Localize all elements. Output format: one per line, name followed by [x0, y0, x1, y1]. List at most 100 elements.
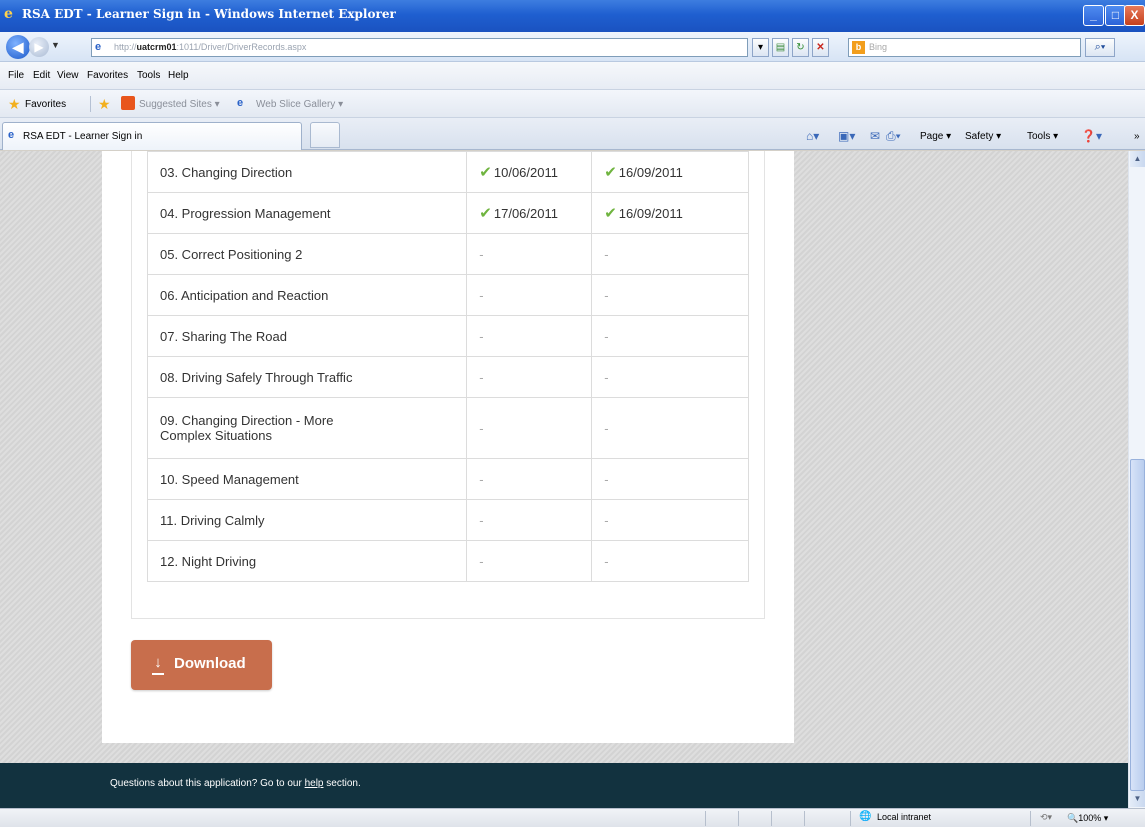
date-value: -	[479, 553, 484, 569]
zoom-level[interactable]: 🔍100% ▾	[1067, 813, 1108, 824]
tab-rsa-edt[interactable]: e RSA EDT - Learner Sign in	[2, 122, 302, 150]
page-icon: e	[95, 41, 102, 53]
favorites-bar: ★ Favorites ★ Suggested Sites ▾ e Web Sl…	[0, 90, 1145, 118]
close-button[interactable]: X	[1124, 5, 1145, 26]
module-name: 05. Correct Positioning 2	[146, 233, 468, 275]
suggested-sites-link[interactable]: Suggested Sites ▾	[139, 99, 220, 110]
more-chevron-icon[interactable]: »	[1134, 131, 1140, 142]
table-row: 05. Correct Positioning 2--	[146, 233, 749, 275]
compatibility-view-icon[interactable]: ▤	[772, 38, 789, 57]
search-input[interactable]: b Bing	[848, 38, 1081, 57]
first-date-cell: -	[466, 458, 593, 500]
module-name: 09. Changing Direction - More Complex Si…	[146, 397, 468, 459]
address-field[interactable]: e http://uatcrm01:1011/Driver/DriverReco…	[91, 38, 748, 57]
back-button[interactable]: ◀	[6, 35, 30, 59]
menu-favorites[interactable]: Favorites	[87, 70, 128, 81]
page-menu[interactable]: Page ▾	[920, 131, 951, 142]
download-icon: ↓	[151, 654, 165, 675]
recent-pages-dropdown[interactable]: ▼	[51, 40, 60, 50]
check-icon: ✔	[604, 205, 617, 222]
date-value: -	[604, 369, 609, 385]
new-tab-button[interactable]	[310, 122, 340, 148]
first-date-cell: -	[466, 540, 593, 582]
address-toolbar: ◀ ▶ ▼ e http://uatcrm01:1011/Driver/Driv…	[0, 32, 1145, 62]
favorites-star-icon[interactable]: ★	[8, 96, 21, 113]
security-zone: Local intranet	[877, 812, 932, 822]
first-date-cell: -	[466, 233, 593, 275]
address-dropdown-icon[interactable]: ▾	[752, 38, 769, 57]
tab-label: RSA EDT - Learner Sign in	[23, 131, 143, 142]
second-date-cell: -	[591, 315, 749, 357]
date-value: 16/09/2011	[618, 165, 683, 180]
refresh-icon[interactable]: ↻	[792, 38, 809, 57]
table-row: 09. Changing Direction - More Complex Si…	[146, 397, 749, 459]
second-date-cell: ✔ 16/09/2011	[591, 151, 749, 193]
menu-edit[interactable]: Edit	[33, 70, 50, 81]
date-value: -	[604, 553, 609, 569]
favorites-button[interactable]: Favorites	[25, 99, 66, 110]
table-row: 10. Speed Management - -	[146, 458, 749, 500]
menu-tools[interactable]: Tools	[137, 70, 160, 81]
module-name: 10. Speed Management	[146, 458, 468, 500]
date-value: -	[479, 420, 484, 436]
first-date-cell: -	[466, 356, 593, 398]
safety-menu[interactable]: Safety ▾	[965, 131, 1001, 142]
status-bar: 🌐 Local intranet ⟲▾ 🔍100% ▾	[0, 808, 1145, 827]
maximize-button[interactable]: □	[1105, 5, 1126, 26]
table-row: 11. Driving Calmly - -	[146, 499, 749, 541]
ie-logo-icon: e	[4, 6, 13, 22]
module-name: 11. Driving Calmly	[146, 499, 468, 541]
module-name: 08. Driving Safely Through Traffic	[146, 356, 468, 398]
date-value: -	[604, 287, 609, 303]
second-date-cell: -	[591, 458, 749, 500]
tab-page-icon: e	[8, 129, 15, 141]
first-date-cell: ✔ 10/06/2011	[466, 151, 593, 193]
bing-icon: b	[852, 41, 865, 54]
module-name: 07. Sharing The Road	[146, 315, 468, 357]
date-value: -	[479, 287, 484, 303]
menu-help[interactable]: Help	[168, 70, 189, 81]
protected-mode-icon[interactable]: ⟲▾	[1040, 812, 1052, 823]
table-row: 04. Progression Management ✔ 17/06/2011 ✔ 16…	[146, 192, 749, 234]
table-row: 06. Anticipation and Reaction - -	[146, 274, 749, 316]
forward-button[interactable]: ▶	[29, 37, 49, 57]
check-icon: ✔	[479, 205, 492, 222]
read-mail-icon[interactable]: ✉	[870, 129, 880, 143]
module-name: 06. Anticipation and Reaction	[146, 274, 468, 316]
second-date-cell: -	[591, 540, 749, 582]
menu-bar: File Edit View Favorites Tools Help	[0, 62, 1145, 90]
divider	[90, 96, 91, 112]
first-date-cell: -	[466, 315, 593, 357]
second-date-cell: -	[591, 233, 749, 275]
scroll-up-icon[interactable]: ▲	[1130, 151, 1145, 167]
feeds-icon[interactable]: ▣▾	[838, 129, 855, 143]
first-date-cell: -	[466, 274, 593, 316]
footer-text: Questions about this application? Go to …	[110, 778, 361, 789]
stop-icon[interactable]: ✕	[812, 38, 829, 57]
vertical-scrollbar[interactable]: ▲ ▼	[1128, 151, 1145, 808]
print-icon[interactable]: ⎙▾	[886, 129, 901, 144]
download-button[interactable]: ↓ Download	[131, 640, 272, 690]
tools-menu[interactable]: Tools ▾	[1027, 131, 1058, 142]
table-row: 12. Night Driving - -	[146, 540, 749, 582]
scroll-thumb[interactable]	[1130, 459, 1145, 791]
web-slice-gallery-link[interactable]: Web Slice Gallery ▾	[256, 99, 343, 110]
table-row: 08. Driving Safely Through Traffic - -	[146, 356, 749, 398]
home-icon[interactable]: ⌂▾	[806, 129, 819, 143]
table-row: 03. Changing Direction ✔ 10/06/2011 ✔ 16/09/…	[146, 151, 749, 193]
help-icon[interactable]: ❓▾	[1081, 129, 1102, 143]
help-link[interactable]: help	[305, 778, 324, 789]
second-date-cell: -	[591, 356, 749, 398]
suggested-sites-icon	[121, 96, 135, 110]
minimize-button[interactable]: _	[1083, 5, 1104, 26]
table-row: 07. Sharing The Road - -	[146, 315, 749, 357]
menu-file[interactable]: File	[8, 70, 24, 81]
scroll-down-icon[interactable]: ▼	[1130, 791, 1145, 807]
add-favorites-icon[interactable]: ★	[98, 96, 111, 113]
module-name: 12. Night Driving	[146, 540, 468, 582]
date-value: -	[604, 471, 609, 487]
search-button[interactable]: ⌕▾	[1085, 38, 1115, 57]
date-value: -	[604, 420, 609, 436]
menu-view[interactable]: View	[57, 70, 79, 81]
first-date-cell: -	[466, 499, 593, 541]
